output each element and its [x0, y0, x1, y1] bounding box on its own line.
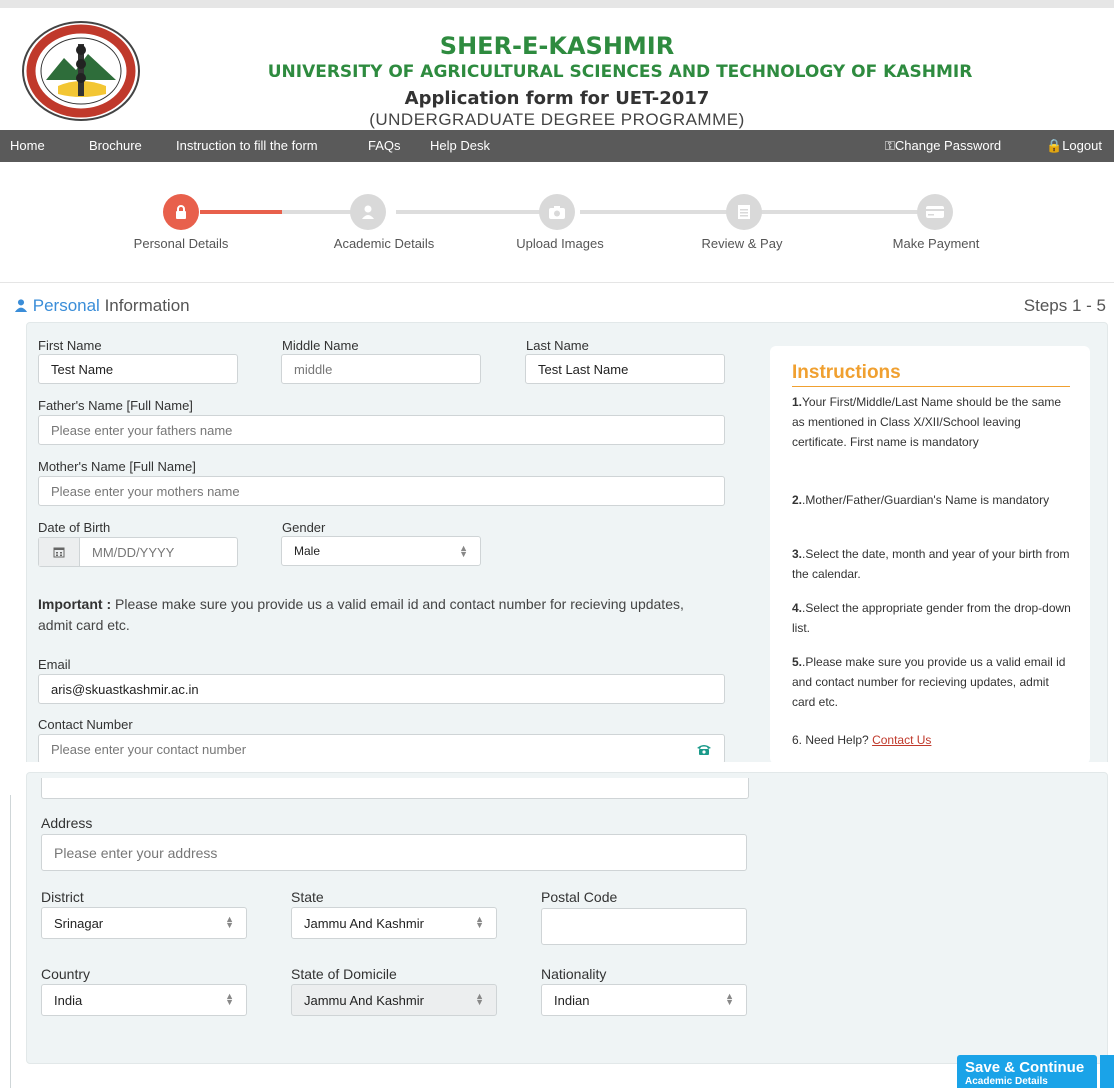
step-label: Make Payment	[892, 236, 980, 251]
middle-name-label: Middle Name	[282, 338, 359, 353]
steps-counter: Steps 1 - 5	[1023, 296, 1106, 315]
step-connector	[760, 210, 918, 214]
country-label: Country	[41, 966, 91, 982]
step-label: Review & Pay	[701, 236, 783, 251]
document-icon	[738, 205, 750, 219]
select-arrows-icon: ▲ ▼	[475, 991, 484, 1007]
gender-label: Gender	[282, 520, 326, 535]
step-review-pay[interactable]	[726, 194, 762, 230]
university-title: SHER-E-KASHMIR	[439, 32, 675, 60]
postal-code-label: Postal Code	[541, 889, 618, 905]
progress-stepper: Personal Details Academic Details Upload…	[0, 162, 1114, 282]
select-arrows-icon: ▲ ▼	[725, 991, 734, 1007]
father-name-input[interactable]: Please enter your fathers name	[38, 415, 725, 445]
save-continue-button[interactable]: Save & Continue Academic Details	[957, 1055, 1097, 1088]
nav-home[interactable]: Home	[10, 138, 45, 153]
select-arrows-icon: ▲ ▼	[225, 914, 234, 930]
postal-code-input[interactable]	[541, 908, 747, 945]
instruction-item: 3..Select the date, month and year of yo…	[792, 547, 1070, 581]
nav-help-desk[interactable]: Help Desk	[430, 138, 490, 153]
dob-input[interactable]: MM/DD/YYYY	[38, 537, 238, 567]
domicile-select[interactable]: Jammu And Kashmir ▲ ▼	[291, 984, 497, 1016]
previous-field-bottom	[41, 778, 749, 799]
user-icon	[362, 205, 374, 219]
lock-icon: 🔒	[1046, 138, 1063, 153]
mother-name-input[interactable]: Please enter your mothers name	[38, 476, 725, 506]
step-label: Upload Images	[516, 236, 604, 251]
page-border	[10, 795, 11, 1088]
middle-name-input[interactable]: middle	[281, 354, 481, 384]
contact-label: Contact Number	[38, 717, 133, 732]
select-arrows-icon: ▲ ▼	[459, 543, 468, 559]
important-note: Important : Please make sure you provide…	[38, 596, 684, 633]
nationality-label: Nationality	[541, 966, 607, 982]
last-name-input[interactable]: Test Last Name	[525, 354, 725, 384]
section-title: Personal Information	[14, 296, 190, 316]
top-strip	[0, 0, 1114, 8]
instruction-item: 2..Mother/Father/Guardian's Name is mand…	[792, 493, 1050, 507]
page-header: SHER-E-KASHMIR UNIVERSITY OF AGRICULTURA…	[0, 8, 1114, 130]
main-navbar: Home Brochure Instruction to fill the fo…	[0, 130, 1114, 162]
email-label: Email	[38, 657, 71, 672]
programme-title: (UNDERGRADUATE DEGREE PROGRAMME)	[369, 110, 745, 129]
credit-card-icon	[926, 206, 944, 218]
gender-select[interactable]: Male ▲ ▼	[281, 536, 481, 566]
contact-input[interactable]: Please enter your contact number	[38, 734, 725, 764]
last-name-label: Last Name	[526, 338, 589, 353]
change-password-link[interactable]: ⚿Change Password	[885, 138, 1001, 154]
address-label: Address	[41, 815, 93, 831]
step-upload-images[interactable]	[539, 194, 575, 230]
nav-faqs[interactable]: FAQs	[368, 138, 401, 153]
step-label: Academic Details	[333, 236, 435, 251]
state-label: State	[291, 889, 324, 905]
calendar-icon[interactable]	[39, 538, 80, 566]
first-name-label: First Name	[38, 338, 102, 353]
nav-instructions[interactable]: Instruction to fill the form	[176, 138, 318, 153]
instructions-title: Instructions	[792, 362, 901, 383]
state-select[interactable]: Jammu And Kashmir ▲ ▼	[291, 907, 497, 939]
district-select[interactable]: Srinagar ▲ ▼	[41, 907, 247, 939]
instruction-item: 5..Please make sure you provide us a val…	[792, 655, 1066, 709]
district-label: District	[41, 889, 84, 905]
first-name-input[interactable]: Test Name	[38, 354, 238, 384]
form-title: Application form for UET-2017	[404, 88, 710, 109]
next-arrow-button[interactable]	[1100, 1055, 1114, 1088]
step-personal-details[interactable]	[163, 194, 199, 230]
instruction-item: 4..Select the appropriate gender from th…	[792, 601, 1071, 635]
divider	[0, 282, 1114, 283]
nav-brochure[interactable]: Brochure	[89, 138, 142, 153]
domicile-label: State of Domicile	[291, 966, 397, 982]
camera-icon	[549, 206, 565, 219]
phone-icon	[697, 745, 711, 755]
university-subtitle: UNIVERSITY OF AGRICULTURAL SCIENCES AND …	[267, 62, 973, 82]
country-select[interactable]: India ▲ ▼	[41, 984, 247, 1016]
instructions-panel: Instructions 1.Your First/Middle/Last Na…	[770, 346, 1090, 764]
instruction-item: 6. Need Help? Contact Us	[792, 733, 932, 747]
contact-us-link[interactable]: Contact Us	[872, 733, 931, 747]
divider	[792, 386, 1070, 387]
mother-name-label: Mother's Name [Full Name]	[38, 459, 196, 474]
address-input[interactable]: Please enter your address	[41, 834, 747, 871]
user-icon	[14, 299, 28, 312]
father-name-label: Father's Name [Full Name]	[38, 398, 193, 413]
key-icon: ⚿	[885, 138, 895, 153]
step-make-payment[interactable]	[917, 194, 953, 230]
logout-link[interactable]: 🔒Logout	[1046, 138, 1102, 154]
dob-label: Date of Birth	[38, 520, 111, 535]
select-arrows-icon: ▲ ▼	[225, 991, 234, 1007]
select-arrows-icon: ▲ ▼	[475, 914, 484, 930]
instruction-item: 1.Your First/Middle/Last Name should be …	[792, 395, 1062, 449]
lock-icon	[176, 205, 186, 219]
step-label: Personal Details	[133, 236, 229, 251]
step-academic-details[interactable]	[350, 194, 386, 230]
email-input[interactable]: aris@skuastkashmir.ac.in	[38, 674, 725, 704]
step-connector	[580, 210, 728, 214]
step-connector-active	[200, 210, 282, 214]
step-connector	[396, 210, 544, 214]
nationality-select[interactable]: Indian ▲ ▼	[541, 984, 747, 1016]
